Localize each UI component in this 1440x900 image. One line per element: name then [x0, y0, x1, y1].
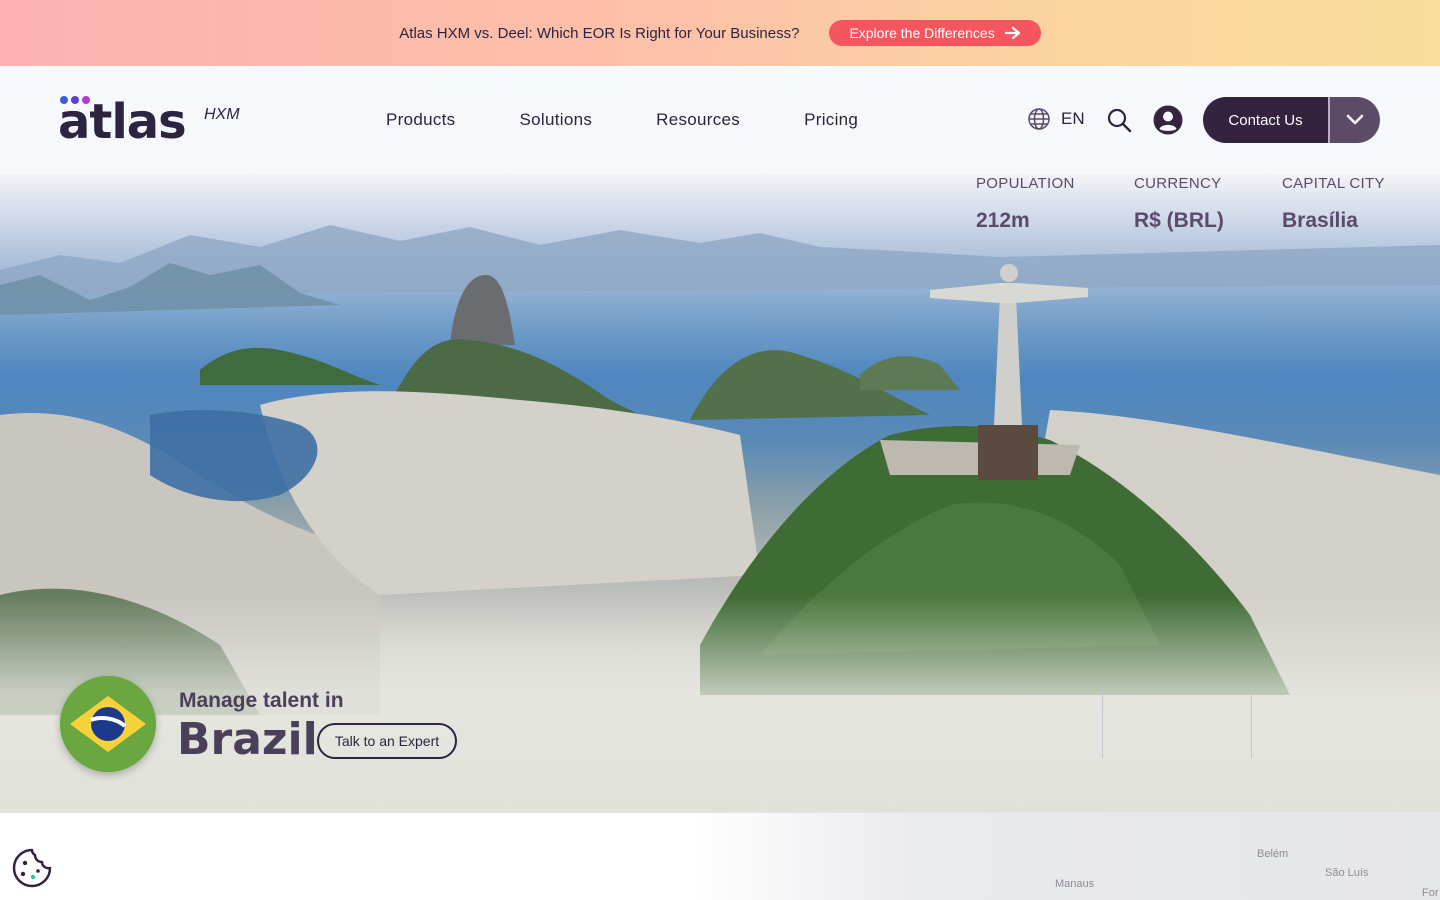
search-icon[interactable]	[1106, 107, 1132, 133]
nav-pricing[interactable]: Pricing	[804, 110, 858, 130]
stat-currency: CURRENCY R$ (BRL)	[1134, 175, 1224, 233]
cookie-settings-icon[interactable]	[11, 847, 53, 889]
hero-kicker: Manage talent in	[179, 689, 344, 712]
stat-divider	[1251, 688, 1252, 758]
map-label-belem: Belém	[1257, 848, 1289, 860]
stat-label: CURRENCY	[1134, 175, 1222, 192]
language-selector[interactable]: EN	[1027, 107, 1085, 131]
brazil-flag-icon	[60, 676, 156, 772]
nav-products[interactable]: Products	[386, 110, 456, 130]
main-nav: Products Solutions Resources Pricing	[386, 110, 858, 130]
contact-dropdown-button[interactable]	[1330, 97, 1380, 143]
stat-divider	[1102, 688, 1103, 758]
account-icon[interactable]	[1153, 105, 1183, 135]
stat-value: R$ (BRL)	[1134, 209, 1224, 232]
hero-country: Brazil	[177, 714, 318, 765]
stat-population: POPULATION 212m	[976, 175, 1075, 233]
stat-value: 212m	[976, 209, 1030, 232]
explore-differences-label: Explore the Differences	[849, 25, 995, 41]
globe-icon	[1028, 108, 1050, 130]
atlas-logo[interactable]: atlas HXM	[58, 94, 250, 150]
talk-to-expert-button[interactable]: Talk to an Expert	[317, 723, 457, 759]
contact-us-split-button: Contact Us	[1203, 97, 1380, 143]
contact-us-button[interactable]: Contact Us	[1203, 97, 1328, 143]
promo-text: Atlas HXM vs. Deel: Which EOR Is Right f…	[399, 24, 800, 42]
map-label-fortaleza: For	[1422, 887, 1439, 899]
hero-section: Manage talent in Brazil Talk to an Exper…	[0, 175, 1440, 812]
nav-solutions[interactable]: Solutions	[520, 110, 593, 130]
stat-label: POPULATION	[976, 175, 1075, 192]
map-label-sao-luis: São Luís	[1325, 867, 1369, 879]
stat-value: Brasília	[1282, 209, 1358, 232]
site-header: atlas HXM Products Solutions Resources P…	[0, 66, 1440, 175]
chevron-down-icon	[1346, 114, 1364, 125]
stat-label: CAPITAL CITY	[1282, 175, 1385, 192]
stat-capital: CAPITAL CITY Brasília	[1282, 175, 1385, 233]
arrow-right-icon	[1004, 27, 1020, 39]
language-label: EN	[1061, 109, 1085, 128]
logo-suffix: HXM	[204, 106, 240, 123]
explore-differences-button[interactable]: Explore the Differences	[829, 20, 1041, 46]
nav-resources[interactable]: Resources	[656, 110, 740, 130]
country-map: Belém São Luís Manaus For	[0, 812, 1440, 900]
promo-banner: Atlas HXM vs. Deel: Which EOR Is Right f…	[0, 0, 1440, 66]
map-label-manaus: Manaus	[1055, 878, 1095, 890]
logo-word: atlas	[58, 94, 187, 150]
